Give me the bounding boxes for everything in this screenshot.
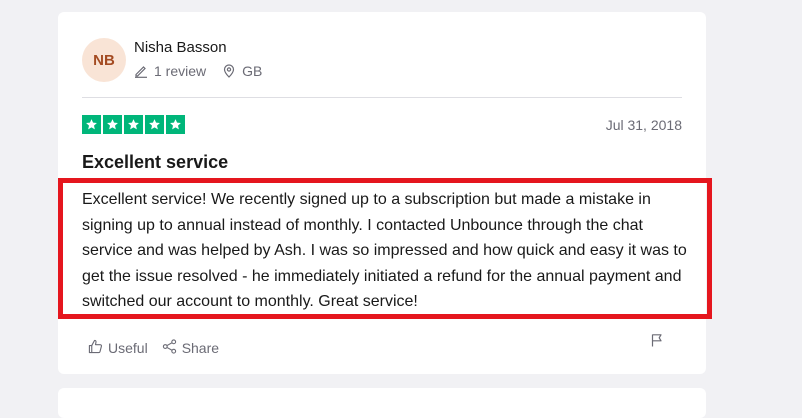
star-rating — [82, 115, 185, 134]
thumbs-up-icon — [88, 339, 103, 357]
share-icon — [162, 339, 177, 357]
review-actions: Useful Share — [88, 339, 219, 357]
reviewer-name[interactable]: Nisha Basson — [134, 39, 227, 56]
next-review-card — [58, 388, 706, 418]
useful-button[interactable]: Useful — [88, 339, 148, 357]
reviewer-meta: 1 review GB — [134, 63, 262, 79]
avatar[interactable]: NB — [82, 38, 126, 82]
useful-label: Useful — [108, 340, 148, 356]
flag-icon — [650, 334, 664, 351]
review-count: 1 review — [154, 63, 207, 79]
pencil-icon — [134, 64, 148, 78]
share-label: Share — [181, 340, 220, 356]
star-icon — [103, 115, 122, 134]
review-title[interactable]: Excellent service — [82, 152, 228, 173]
reviewer-country: GB — [242, 63, 263, 79]
report-button[interactable] — [650, 333, 664, 352]
divider — [82, 97, 682, 98]
star-icon — [166, 115, 185, 134]
review-card: NB Nisha Basson 1 review GB Jul 31, 2018 — [58, 12, 712, 374]
review-body: Excellent service! We recently signed up… — [82, 191, 687, 310]
star-icon — [82, 115, 101, 134]
review-date: Jul 31, 2018 — [605, 117, 682, 133]
avatar-initials: NB — [93, 51, 115, 69]
share-button[interactable]: Share — [162, 339, 219, 357]
star-icon — [124, 115, 143, 134]
star-icon — [145, 115, 164, 134]
location-pin-icon — [222, 64, 236, 78]
